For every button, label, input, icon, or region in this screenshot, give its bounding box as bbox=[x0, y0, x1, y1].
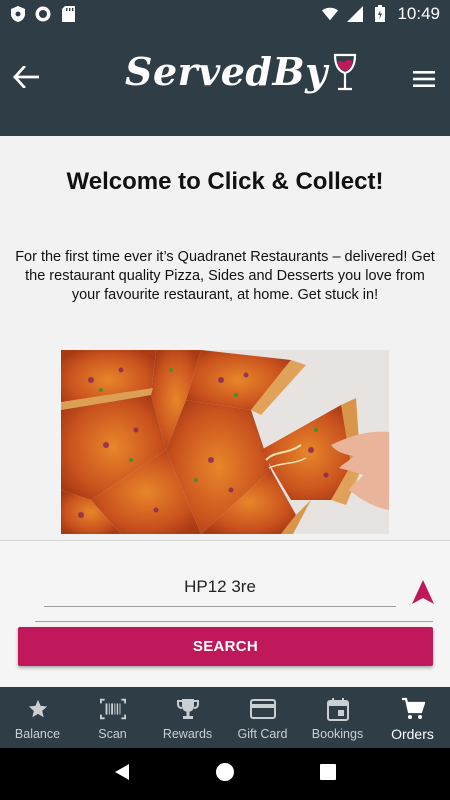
nav-label-scan: Scan bbox=[98, 727, 127, 741]
servedby-logo: ServedBy bbox=[125, 49, 358, 98]
sdcard-icon bbox=[60, 5, 76, 22]
search-button[interactable]: SEARCH bbox=[18, 627, 433, 666]
nav-label-balance: Balance bbox=[14, 727, 61, 741]
pizza-slices-image bbox=[61, 350, 389, 534]
record-icon bbox=[35, 6, 51, 22]
search-panel: SEARCH bbox=[0, 540, 450, 687]
system-recents-button[interactable] bbox=[308, 754, 348, 794]
barcode-icon bbox=[99, 696, 126, 722]
postcode-input[interactable] bbox=[44, 567, 396, 607]
nav-gift-card[interactable]: Gift Card bbox=[225, 687, 300, 748]
shield-icon bbox=[10, 5, 26, 22]
app-bar: ServedBy bbox=[0, 27, 450, 136]
nav-label-rewards: Rewards bbox=[162, 727, 213, 741]
arrow-back-icon bbox=[13, 64, 40, 93]
system-navigation-bar bbox=[0, 748, 450, 800]
triangle-back-icon bbox=[114, 763, 130, 786]
nav-balance[interactable]: Balance bbox=[0, 687, 75, 748]
navigation-arrow-icon bbox=[410, 580, 436, 609]
trophy-icon bbox=[175, 696, 201, 722]
wine-glass-icon bbox=[332, 53, 358, 98]
calendar-icon bbox=[325, 696, 351, 722]
star-icon bbox=[25, 696, 51, 722]
system-back-button[interactable] bbox=[102, 754, 142, 794]
page-title: Welcome to Click & Collect! bbox=[66, 168, 384, 195]
nav-rewards[interactable]: Rewards bbox=[150, 687, 225, 748]
back-button[interactable] bbox=[10, 63, 42, 95]
nav-bookings[interactable]: Bookings bbox=[300, 687, 375, 748]
system-home-button[interactable] bbox=[205, 754, 245, 794]
bottom-navigation: Balance Scan Rewards Gift Card Bookings … bbox=[0, 687, 450, 748]
nav-orders[interactable]: Orders bbox=[375, 687, 450, 748]
nav-scan[interactable]: Scan bbox=[75, 687, 150, 748]
credit-card-icon bbox=[249, 696, 276, 722]
signal-icon bbox=[347, 5, 364, 22]
wifi-icon bbox=[322, 6, 339, 22]
status-time: 10:49 bbox=[397, 3, 440, 23]
battery-icon bbox=[372, 5, 388, 22]
menu-button[interactable] bbox=[408, 65, 440, 97]
logo-text: ServedBy bbox=[125, 49, 328, 94]
nav-label-orders: Orders bbox=[391, 726, 434, 742]
nav-label-gift-card: Gift Card bbox=[237, 727, 288, 741]
status-bar: 10:49 bbox=[0, 0, 450, 27]
square-recents-icon bbox=[320, 763, 337, 785]
locate-button[interactable] bbox=[410, 579, 436, 605]
intro-text: For the first time ever it’s Quadranet R… bbox=[15, 249, 435, 303]
content-area: Welcome to Click & Collect! For the firs… bbox=[0, 136, 450, 540]
input-underline bbox=[35, 621, 433, 622]
nav-label-bookings: Bookings bbox=[311, 727, 364, 741]
circle-home-icon bbox=[215, 762, 234, 786]
shopping-cart-icon bbox=[400, 696, 426, 722]
hamburger-menu-icon bbox=[413, 70, 435, 92]
